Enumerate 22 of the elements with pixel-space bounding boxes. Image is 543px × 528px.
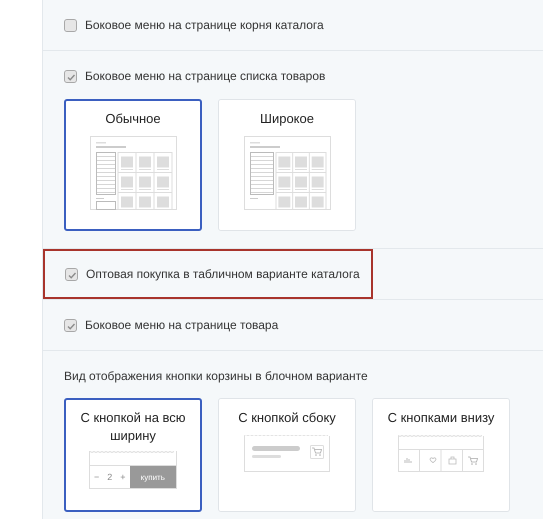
minus-sign[interactable]: − — [90, 466, 104, 488]
checkbox[interactable] — [65, 268, 78, 280]
quantity-value: 2 — [106, 471, 114, 484]
checkbox[interactable] — [64, 70, 77, 82]
checkbox-label: Боковое меню на странице корня каталога — [85, 18, 324, 32]
option-label: С кнопкой на всю ширину — [79, 409, 187, 445]
option-card[interactable]: Обычное — [64, 99, 202, 231]
checkbox-label: Боковое меню на странице списка товаров — [85, 69, 326, 83]
option-card[interactable]: С кнопками внизу — [372, 398, 510, 512]
checkbox-label: Боковое меню на странице товара — [85, 318, 278, 332]
section-title: Вид отображения кнопки корзины в блочном варианте — [64, 368, 369, 384]
plus-sign[interactable]: + — [116, 466, 130, 488]
option-card[interactable]: С кнопкой сбоку — [218, 398, 356, 512]
option-card[interactable]: С кнопкой на всю ширину − 2 + купить — [64, 398, 202, 512]
checkbox[interactable] — [64, 18, 77, 32]
checkbox[interactable] — [64, 318, 77, 332]
option-label: С кнопками внизу — [388, 409, 494, 427]
option-label: Широкое — [260, 110, 314, 128]
option-label: Обычное — [105, 110, 161, 128]
checkbox-label: Оптовая покупка в табличном варианте каталога — [86, 267, 360, 281]
option-label: С кнопкой сбоку — [238, 409, 336, 427]
option-card[interactable]: Широкое — [218, 99, 356, 231]
